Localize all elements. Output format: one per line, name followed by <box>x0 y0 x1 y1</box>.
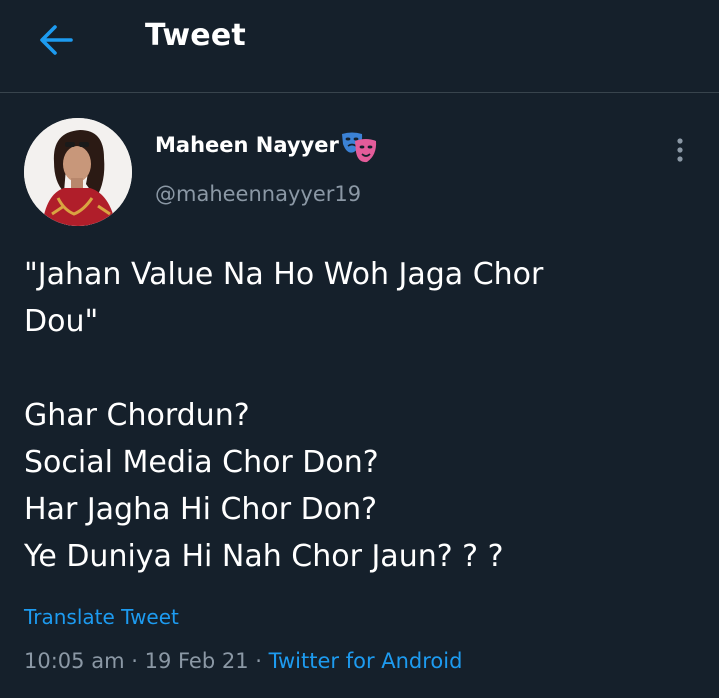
page-title: Tweet <box>145 18 246 53</box>
tweet-time: 10:05 am <box>24 649 125 673</box>
tweet-source-link[interactable]: Twitter for Android <box>269 649 463 673</box>
more-options-button[interactable] <box>668 135 692 167</box>
translate-tweet-link[interactable]: Translate Tweet <box>24 605 179 629</box>
tweet-line: Har Jagha Hi Chor Don? <box>24 492 378 527</box>
meta-separator: · <box>131 649 138 673</box>
tweet-line: "Jahan Value Na Ho Woh Jaga Chor <box>24 257 544 292</box>
tweet-line: Ye Duniya Hi Nah Chor Jaun? ? ? <box>24 539 504 574</box>
tweet-metadata: 10:05 am · 19 Feb 21 · Twitter for Andro… <box>24 649 462 673</box>
arrow-left-icon <box>40 25 73 55</box>
more-vertical-icon <box>677 138 683 162</box>
avatar[interactable] <box>24 118 132 226</box>
author-name[interactable]: Maheen Nayyer <box>155 133 339 157</box>
performing-arts-masks-icon <box>340 130 378 164</box>
tweet-line: Dou" <box>24 304 99 339</box>
tweet-text: "Jahan Value Na Ho Woh Jaga Chor Dou" Gh… <box>24 251 694 580</box>
tweet-date: 19 Feb 21 <box>144 649 249 673</box>
back-button[interactable] <box>36 20 76 60</box>
tweet-detail-screen: Tweet Maheen Nayyer @maheennayyer19 "Jah… <box>0 0 719 698</box>
author-handle[interactable]: @maheennayyer19 <box>155 182 361 206</box>
top-app-bar: Tweet <box>0 0 719 93</box>
tweet-line: Social Media Chor Don? <box>24 445 379 480</box>
meta-separator: · <box>255 649 262 673</box>
tweet-line: Ghar Chordun? <box>24 398 250 433</box>
